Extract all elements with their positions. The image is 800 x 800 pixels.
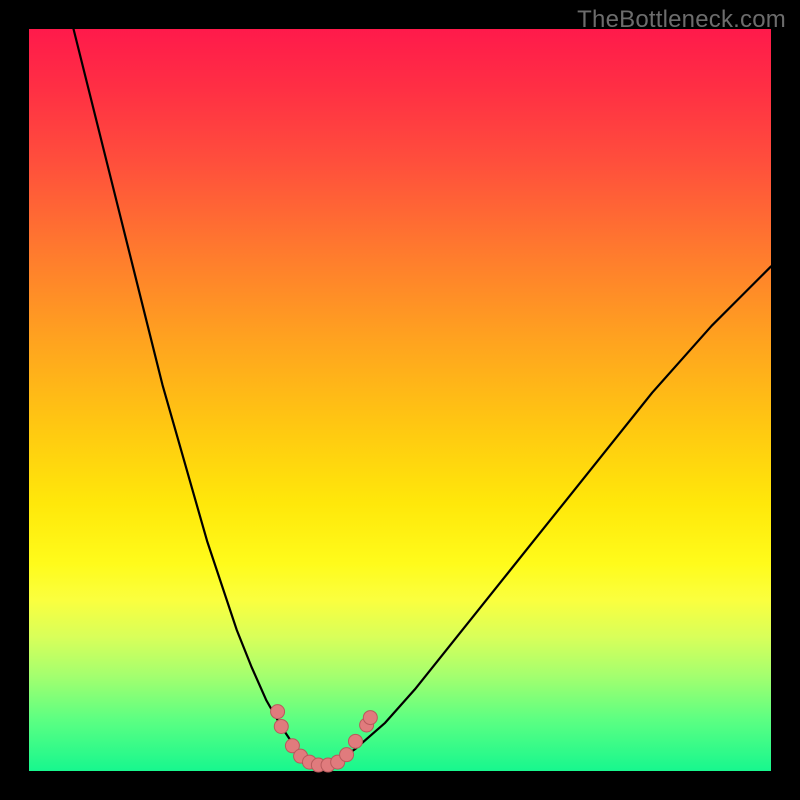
valley-marker (271, 705, 285, 719)
valley-marker (348, 734, 362, 748)
valley-marker (274, 719, 288, 733)
bottleneck-curve (29, 29, 771, 771)
chart-frame: TheBottleneck.com (0, 0, 800, 800)
curve-left-branch (74, 29, 308, 760)
valley-marker (363, 711, 377, 725)
curve-right-branch (341, 266, 771, 759)
valley-marker (340, 748, 354, 762)
plot-area (29, 29, 771, 771)
